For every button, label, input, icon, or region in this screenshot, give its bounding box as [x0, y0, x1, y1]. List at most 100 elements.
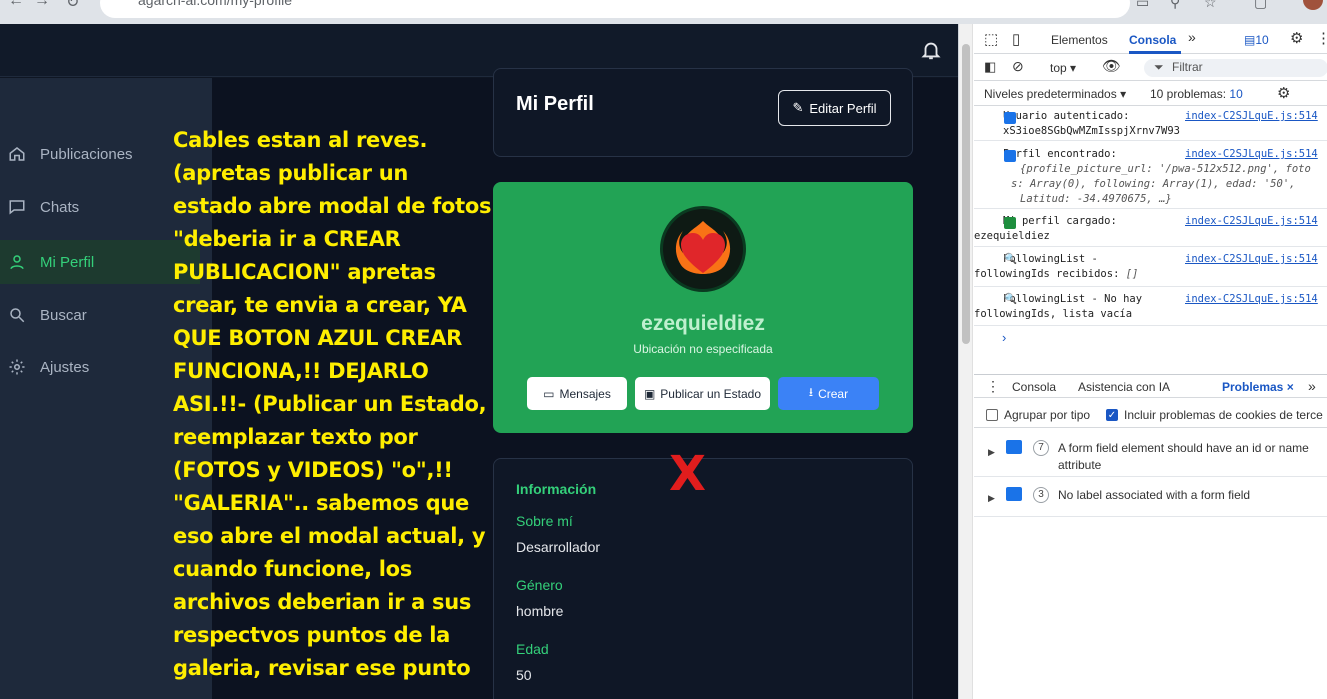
log-line: ezequieldiez [974, 230, 1050, 242]
log-source-link[interactable]: index-C2SJLquE.js:514 [1185, 252, 1318, 267]
log-source-link[interactable]: index-C2SJLquE.js:514 [1185, 147, 1318, 162]
home-icon [9, 147, 25, 161]
tab-console[interactable]: Consola [1129, 33, 1176, 47]
profile-username: ezequieldiez [641, 312, 765, 335]
field-value: 50 [516, 667, 532, 683]
context-select[interactable]: top ▾ [1050, 61, 1076, 75]
funnel-icon: ⏷ [1154, 60, 1164, 74]
download-icon: ⭳ [808, 385, 814, 399]
issues-badge[interactable]: ▤10 [1244, 33, 1269, 47]
issue-icon [1006, 487, 1022, 501]
issue-row[interactable]: ▶ 3 No label associated with a form fiel… [974, 479, 1327, 517]
log-line: followingIds, lista vacía [974, 308, 1133, 320]
messages-button[interactable]: ▭ Mensajes [527, 377, 627, 410]
console-prompt[interactable]: › [1002, 330, 1006, 345]
app-window: Publicaciones Chats Mi Perfil Buscar Aju… [0, 24, 958, 699]
more-options-icon[interactable]: ⋮ [1316, 29, 1327, 47]
log-line: xS3ioe8SGbQwMZmIsspjXrnv7W93 [1003, 125, 1181, 137]
sidebar-item-chats[interactable]: Chats [0, 185, 200, 229]
sidebar-item-ajustes[interactable]: Ajustes [0, 345, 200, 389]
drawer-tab-problems-label: Problemas [1222, 380, 1284, 394]
more-tabs-icon[interactable]: » [1188, 29, 1196, 45]
bookmark-icon[interactable]: ☆ [1204, 0, 1217, 11]
log-line: followingIds recibidos: [] [974, 267, 1327, 282]
close-icon[interactable]: × [1287, 380, 1294, 394]
issue-count: 3 [1033, 487, 1049, 503]
chat-icon [9, 200, 25, 215]
filter-input[interactable]: ⏷ Filtrar [1144, 59, 1327, 77]
create-button[interactable]: ⭳ Crear [778, 377, 879, 410]
context-value: top [1050, 61, 1067, 75]
magnifier-icon: 🔍 [1004, 293, 1018, 305]
active-tab-indicator [1129, 51, 1181, 54]
sidebar-item-buscar[interactable]: Buscar [0, 293, 200, 337]
problems-label: 10 problemas: [1150, 87, 1227, 101]
levels-label: Niveles predeterminados [984, 87, 1117, 101]
sidebar-item-label: Chats [40, 198, 80, 216]
issue-row[interactable]: ▶ 7 A form field element should have an … [974, 432, 1327, 477]
annotation-x-mark: X [669, 446, 707, 502]
extensions-icon[interactable]: ▢ [1254, 0, 1267, 11]
drawer-menu-icon[interactable]: ⋮ [986, 378, 1000, 395]
issue-text: No label associated with a form field [1058, 488, 1251, 502]
log-source-link[interactable]: index-C2SJLquE.js:514 [1185, 292, 1318, 307]
publish-status-label: Publicar un Estado [660, 386, 762, 401]
devtools-body: ⬚ ▯ Elementos Consola » ▤10 ⚙ ⋮ ◧ ⊘ top … [974, 24, 1327, 699]
image-icon: ▣ [643, 386, 656, 401]
console-log: Mi perfil cargado: ezequieldiez index-C2… [974, 214, 1327, 247]
search-icon [10, 308, 25, 323]
problems-summary[interactable]: 10 problemas: 10 [1150, 87, 1243, 101]
sidebar-item-mi-perfil[interactable]: Mi Perfil [0, 240, 200, 284]
log-object[interactable]: s: Array(0), following: Array(1), edad: … [1003, 177, 1327, 192]
expand-arrow-icon[interactable]: ▶ [988, 490, 995, 507]
forward-icon[interactable]: → [34, 0, 50, 10]
scrollbar[interactable] [959, 24, 973, 699]
back-icon[interactable]: ← [8, 0, 24, 10]
field-value: hombre [516, 603, 564, 619]
settings-icon[interactable]: ⚙ [1290, 29, 1303, 47]
device-toolbar-icon[interactable]: ▯ [1012, 30, 1020, 48]
zoom-icon[interactable]: ⚲ [1170, 0, 1180, 11]
levels-dropdown[interactable]: Niveles predeterminados ▾ [984, 87, 1126, 101]
tab-elements[interactable]: Elementos [1051, 33, 1108, 47]
log-object[interactable]: {profile_picture_url: '/pwa-512x512.png'… [1003, 162, 1327, 177]
log-source-link[interactable]: index-C2SJLquE.js:514 [1185, 214, 1318, 229]
include-cookies-label: Incluir problemas de cookies de terce [1124, 408, 1323, 422]
console-settings-icon[interactable]: ⚙ [1277, 84, 1290, 102]
bell-icon[interactable] [920, 38, 942, 62]
log-array[interactable]: [] [1126, 268, 1139, 280]
levels-bar: Niveles predeterminados ▾ 10 problemas: … [974, 82, 1327, 106]
browser-profile-avatar[interactable] [1303, 0, 1323, 10]
eye-icon[interactable]: 👁 [1102, 57, 1121, 75]
inspect-icon[interactable]: ⬚ [984, 30, 998, 48]
log-source-link[interactable]: index-C2SJLquE.js:514 [1185, 109, 1318, 124]
more-tabs-icon[interactable]: » [1308, 378, 1316, 394]
sidebar-item-publicaciones[interactable]: Publicaciones [0, 132, 200, 176]
profile-card: ezequieldiez Ubicación no especificada ▭… [493, 182, 913, 433]
drawer-tab-problems[interactable]: Problemas × [1222, 380, 1294, 394]
cast-icon[interactable]: ▭ [1136, 0, 1149, 11]
url-text: agarch-ai.com/my-profile [138, 0, 293, 8]
field-label: Género [516, 577, 563, 593]
screenshot-root: ← → ↻ agarch-ai.com/my-profile ▭ ⚲ ☆ ▢ P… [0, 0, 1327, 699]
gear-icon [9, 359, 25, 375]
devtools-panel: ⬚ ▯ Elementos Consola » ▤10 ⚙ ⋮ ◧ ⊘ top … [958, 24, 1327, 699]
drawer-tab-console[interactable]: Consola [1012, 380, 1056, 394]
log-object[interactable]: Latitud: -34.4970675, …} [1003, 192, 1327, 207]
sidebar-toggle-icon[interactable]: ◧ [984, 59, 996, 75]
field-label: Edad [516, 641, 549, 657]
clear-console-icon[interactable]: ⊘ [1012, 58, 1024, 75]
console-log: 🔍 FollowingList - No hay followingIds, l… [974, 292, 1327, 326]
scrollbar-thumb[interactable] [962, 44, 970, 344]
reload-icon[interactable]: ↻ [66, 0, 79, 12]
group-by-type-checkbox[interactable] [986, 409, 998, 421]
publish-status-button[interactable]: ▣ Publicar un Estado [635, 377, 770, 410]
drawer-tab-ai[interactable]: Asistencia con IA [1078, 380, 1170, 394]
avatar [660, 206, 746, 292]
address-bar[interactable]: agarch-ai.com/my-profile [100, 0, 1130, 18]
edit-profile-button[interactable]: ✎ Editar Perfil [778, 90, 891, 126]
flaming-heart-icon [675, 221, 731, 274]
include-cookies-checkbox[interactable]: ✓ [1106, 409, 1118, 421]
group-by-type-label: Agrupar por tipo [1004, 408, 1091, 422]
expand-arrow-icon[interactable]: ▶ [988, 444, 995, 461]
